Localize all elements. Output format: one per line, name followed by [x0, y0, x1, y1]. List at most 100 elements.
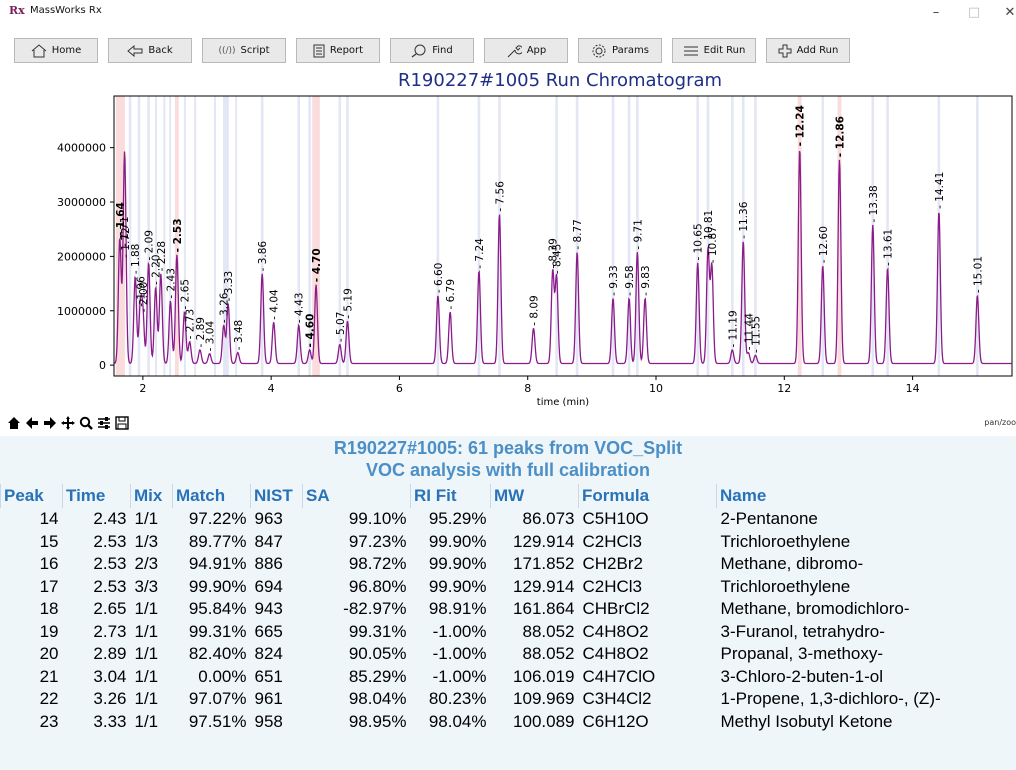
peaks-table: Peak Time Mix Match NIST SA RI Fit MW Fo… [0, 484, 1016, 733]
cell-mw: 129.914 [513, 576, 575, 596]
chromatogram-chart[interactable]: 0 1000000 2000000 3000000 4000000 2 4 6 8 10 12 14… [0, 92, 1016, 412]
column-header-mix[interactable]: Mix [130, 484, 173, 508]
cell-name: Propanal, 3-methoxy- [720, 644, 884, 664]
cell-mix: 1/1 [134, 621, 159, 641]
table-row[interactable]: 14 2.43 1/1 97.22% 963 99.10% 95.29% 86.073 C5H1… [1, 508, 1016, 531]
script-button[interactable]: ((/)) Script [202, 38, 286, 63]
cell-nist: 943 [254, 599, 283, 619]
cell-mix: 1/1 [134, 666, 159, 686]
back-view-button[interactable] [24, 414, 40, 432]
zoom-icon [79, 416, 93, 430]
cell-peak: 17 [39, 576, 59, 596]
report-icon [313, 44, 325, 58]
column-header-time[interactable]: Time [62, 484, 131, 508]
cell-name: Methyl Isobutyl Ketone [720, 711, 893, 731]
x-tick-label: 14 [906, 382, 920, 395]
table-row[interactable]: 19 2.73 1/1 99.31% 665 99.31% -1.00% 88.052 C4H8… [1, 621, 1016, 644]
params-button[interactable]: Params [578, 38, 662, 63]
peak-label: - 3.04 [205, 321, 217, 352]
app-button[interactable]: App [484, 38, 568, 63]
x-tick-label: 4 [268, 382, 275, 395]
cell-mix: 1/1 [134, 644, 159, 664]
chromatogram-plot[interactable]: 0 1000000 2000000 3000000 4000000 2 4 6 8 10 12 14… [0, 92, 1016, 412]
cell-name: Methane, bromodichloro- [720, 599, 910, 619]
cell-name: Trichloroethylene [720, 576, 851, 596]
back-arrow-icon [26, 417, 38, 429]
edit-run-button[interactable]: Edit Run [672, 38, 756, 63]
cell-peak: 23 [39, 711, 59, 731]
column-header-formula[interactable]: Formula [578, 484, 717, 508]
cell-name: Methane, dibromo- [720, 554, 864, 574]
table-row[interactable]: 23 3.33 1/1 97.51% 958 98.95% 98.04% 100.089 C6H… [1, 711, 1016, 734]
table-row[interactable]: 16 2.53 2/3 94.91% 886 98.72% 99.90% 171.852 CH2… [1, 553, 1016, 576]
peak-label: - 8.09 [528, 295, 540, 326]
cell-peak: 15 [39, 531, 59, 551]
table-row[interactable]: 15 2.53 1/3 89.77% 847 97.23% 99.90% 129.914 C2H… [1, 531, 1016, 554]
column-header-peak[interactable]: Peak [0, 484, 63, 508]
add-run-button[interactable]: Add Run [766, 38, 850, 63]
table-row[interactable]: 17 2.53 3/3 99.90% 694 96.80% 99.90% 129.914 C2H… [1, 576, 1016, 599]
column-header-ri-fit[interactable]: RI Fit [410, 484, 491, 508]
cell-time: 2.53 [93, 554, 127, 574]
maximize-button[interactable]: □ [954, 0, 994, 26]
home-button[interactable]: Home [14, 38, 98, 63]
table-header: Peak Time Mix Match NIST SA RI Fit MW Fo… [0, 484, 1016, 508]
save-button[interactable] [114, 414, 130, 432]
chart-title: R190227#1005 Run Chromatogram [397, 70, 723, 91]
zoom-button[interactable] [78, 414, 94, 432]
peak-label: - 7.56 [494, 181, 506, 212]
home-view-button[interactable] [6, 414, 22, 432]
cell-mw: 129.914 [513, 531, 575, 551]
close-button[interactable]: ✕ [990, 0, 1016, 26]
peak-label: - 11.36 [738, 201, 750, 239]
y-tick-label: 1000000 [57, 305, 106, 318]
cell-ri-fit: -1.00% [432, 666, 487, 686]
cell-peak: 22 [39, 689, 59, 709]
peak-labels: - 1.64- 1.71- 1.72- 1.88- 1.96- 2.00- 2.… [115, 105, 985, 353]
back-button[interactable]: Back [108, 38, 192, 63]
table-row[interactable]: 20 2.89 1/1 82.40% 824 90.05% -1.00% 88.052 C4H8… [1, 643, 1016, 666]
column-header-sa[interactable]: SA [302, 484, 411, 508]
pan-button[interactable] [60, 414, 76, 432]
configure-button[interactable] [96, 414, 112, 432]
find-button[interactable]: Find [390, 38, 474, 63]
cell-sa: 98.95% [348, 711, 407, 731]
cell-nist: 847 [254, 531, 283, 551]
peak-label: - 6.79 [445, 279, 457, 310]
cell-match: 94.91% [188, 554, 247, 574]
forward-view-button[interactable] [42, 414, 58, 432]
cell-name: 2-Pentanone [720, 509, 818, 529]
column-header-mw[interactable]: MW [490, 484, 579, 508]
cell-mw: 88.052 [522, 644, 575, 664]
cell-ri-fit: -1.00% [432, 621, 487, 641]
cell-peak: 16 [39, 554, 59, 574]
cell-nist: 694 [254, 576, 283, 596]
save-icon [115, 416, 129, 430]
column-header-nist[interactable]: NIST [250, 484, 303, 508]
x-axis-label: time (min) [537, 397, 590, 408]
peak-band [627, 96, 631, 376]
peak-label: - 2.43 [165, 268, 177, 299]
column-header-name[interactable]: Name [716, 484, 1016, 508]
cell-formula: C4H8O2 [582, 644, 649, 664]
cell-mw: 171.852 [513, 554, 575, 574]
cell-ri-fit: 98.91% [428, 599, 487, 619]
table-row[interactable]: 21 3.04 1/1 0.00% 651 85.29% -1.00% 106.019 C4H7… [1, 666, 1016, 689]
main-toolbar: Home Back ((/)) Script Report Find App P… [0, 38, 1016, 64]
column-header-match[interactable]: Match [172, 484, 251, 508]
cell-ri-fit: 99.90% [428, 576, 487, 596]
table-row[interactable]: 18 2.65 1/1 95.84% 943 -82.97% 98.91% 161.864 CH… [1, 598, 1016, 621]
app-label: App [526, 45, 547, 56]
y-tick-label: 2000000 [57, 250, 106, 263]
minimize-button[interactable]: – [916, 0, 956, 26]
table-row[interactable]: 22 3.26 1/1 97.07% 961 98.04% 80.23% 109.969 C3H… [1, 688, 1016, 711]
x-tick-label: 10 [649, 382, 663, 395]
cell-time: 2.53 [93, 531, 127, 551]
script-label: Script [240, 45, 270, 56]
peak-label: - 12.86 [834, 116, 846, 157]
title-bar: Rx MassWorks Rx – □ ✕ [0, 0, 1016, 32]
peak-label: - 6.60 [433, 263, 445, 294]
peak-label: - 9.33 [608, 265, 620, 296]
report-button[interactable]: Report [296, 38, 380, 63]
cell-sa: 85.29% [348, 666, 407, 686]
